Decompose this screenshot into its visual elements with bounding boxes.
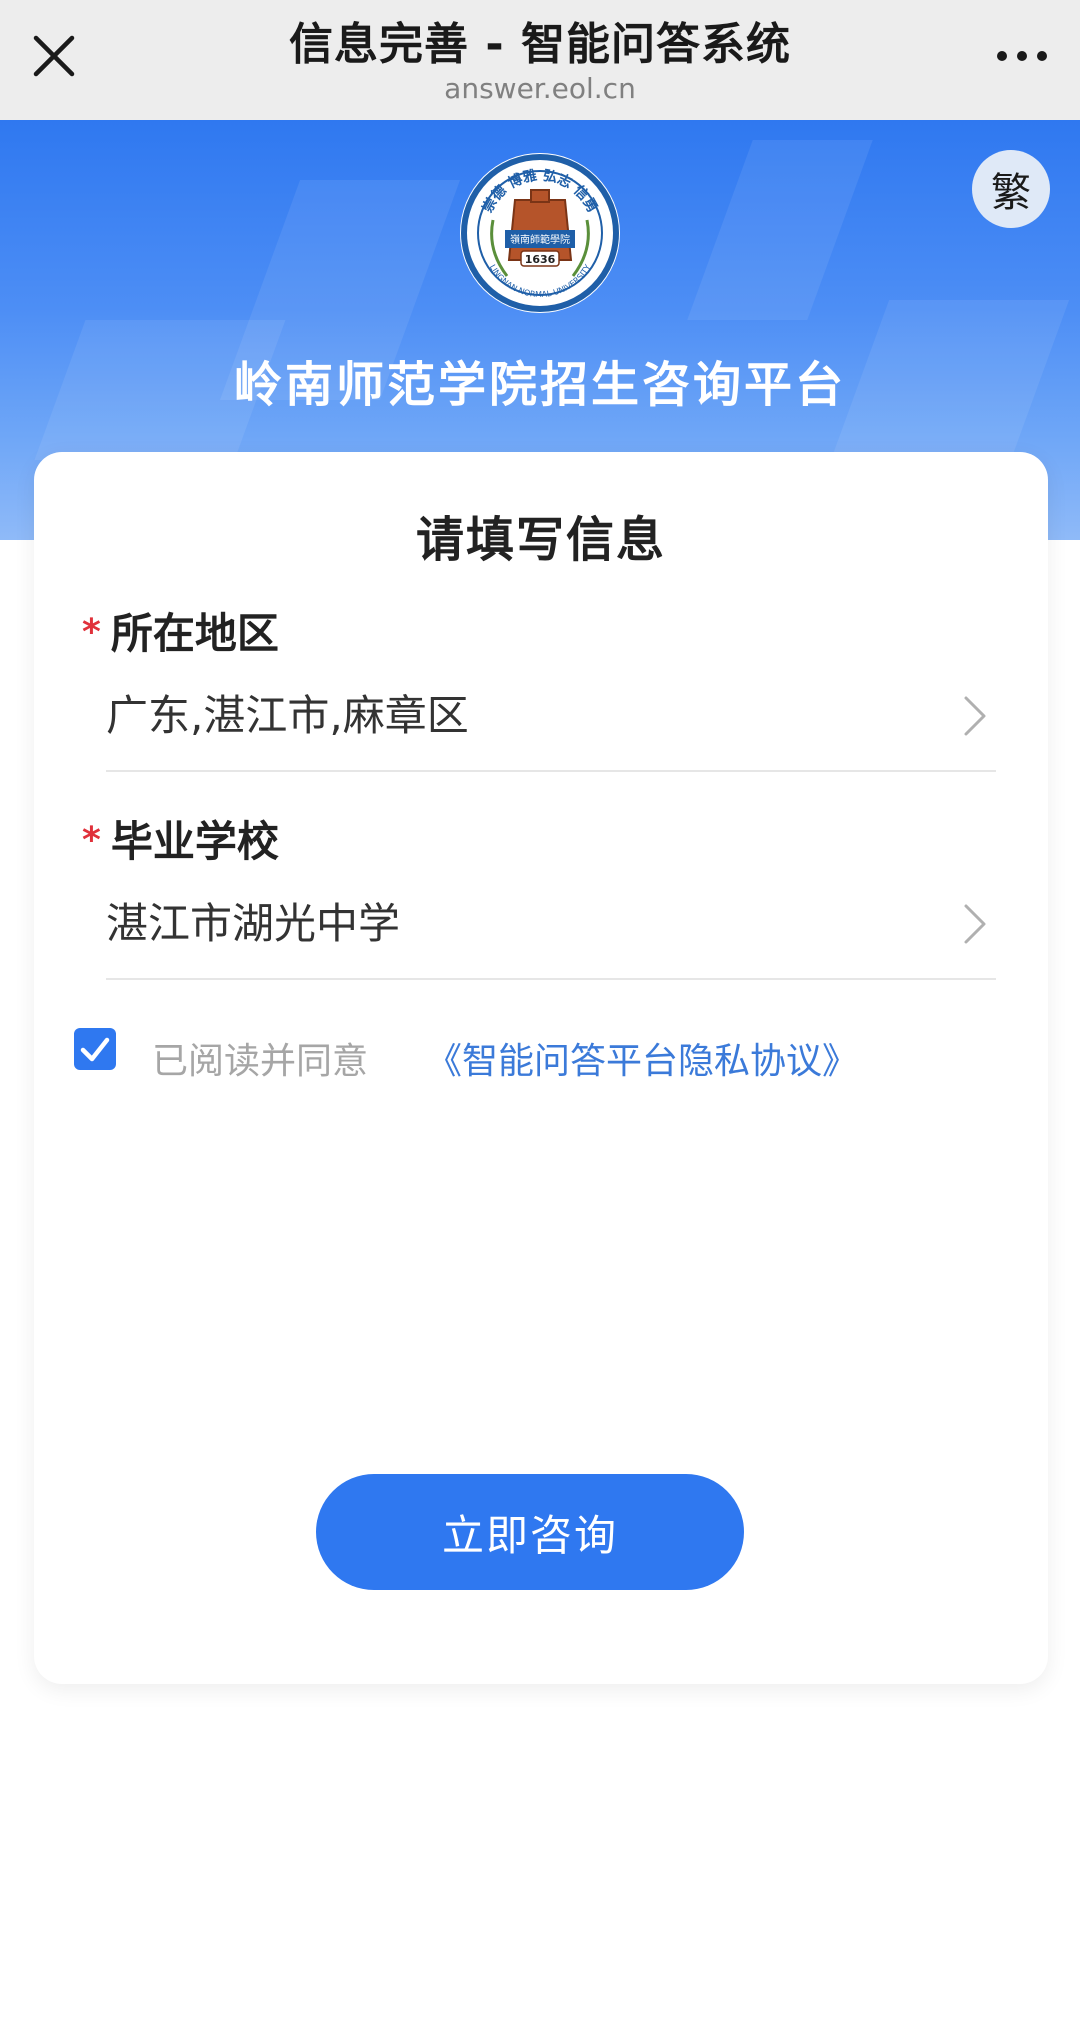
banner-decoration xyxy=(687,140,873,320)
school-label: * 毕业学校 xyxy=(82,808,279,869)
region-select[interactable]: 广东,湛江市,麻章区 xyxy=(106,670,996,772)
privacy-policy-link[interactable]: 《智能问答平台隐私协议》 xyxy=(426,1032,858,1084)
form-title: 请填写信息 xyxy=(415,512,666,568)
close-icon xyxy=(33,35,75,77)
agreement-checkbox[interactable] xyxy=(74,1028,116,1070)
consult-now-button[interactable]: 立即咨询 xyxy=(316,1474,744,1590)
page-url: answer.eol.cn xyxy=(444,72,636,105)
university-logo: 崇德 博雅 弘志 信勇 LINGNAN NORMAL UNIVERSITY 嶺南… xyxy=(457,150,623,316)
region-label-text: 所在地区 xyxy=(110,609,279,658)
logo-year: 1636 xyxy=(525,253,556,266)
checkmark-icon xyxy=(80,1037,110,1062)
page-title: 信息完善 - 智能问答系统 xyxy=(289,19,791,70)
region-value: 广东,湛江市,麻章区 xyxy=(106,691,469,740)
privacy-agreement: 已阅读并同意 《智能问答平台隐私协议》 xyxy=(74,1028,974,1088)
agreement-text: 已阅读并同意 xyxy=(152,1041,369,1082)
more-options-button[interactable] xyxy=(994,36,1050,76)
school-select[interactable]: 湛江市湖光中学 xyxy=(106,878,996,980)
info-form-card: 请填写信息 * 所在地区 广东,湛江市,麻章区 * 毕业学校 湛江市湖光中学 已阅读… xyxy=(34,452,1048,1684)
chevron-right-icon xyxy=(964,696,986,736)
top-navigation-bar: 信息完善 - 智能问答系统 answer.eol.cn xyxy=(0,0,1080,120)
platform-title: 岭南师范学院招生咨询平台 xyxy=(233,357,846,413)
school-label-text: 毕业学校 xyxy=(110,817,279,866)
close-button[interactable] xyxy=(28,30,80,82)
more-horizontal-icon xyxy=(997,51,1047,61)
traditional-chinese-toggle[interactable]: 繁 xyxy=(972,150,1050,228)
required-mark: * xyxy=(82,820,101,861)
region-label: * 所在地区 xyxy=(82,600,279,661)
chevron-right-icon xyxy=(964,904,986,944)
school-value: 湛江市湖光中学 xyxy=(106,899,401,948)
required-mark: * xyxy=(82,612,101,653)
logo-school-name: 嶺南師範學院 xyxy=(510,233,570,246)
